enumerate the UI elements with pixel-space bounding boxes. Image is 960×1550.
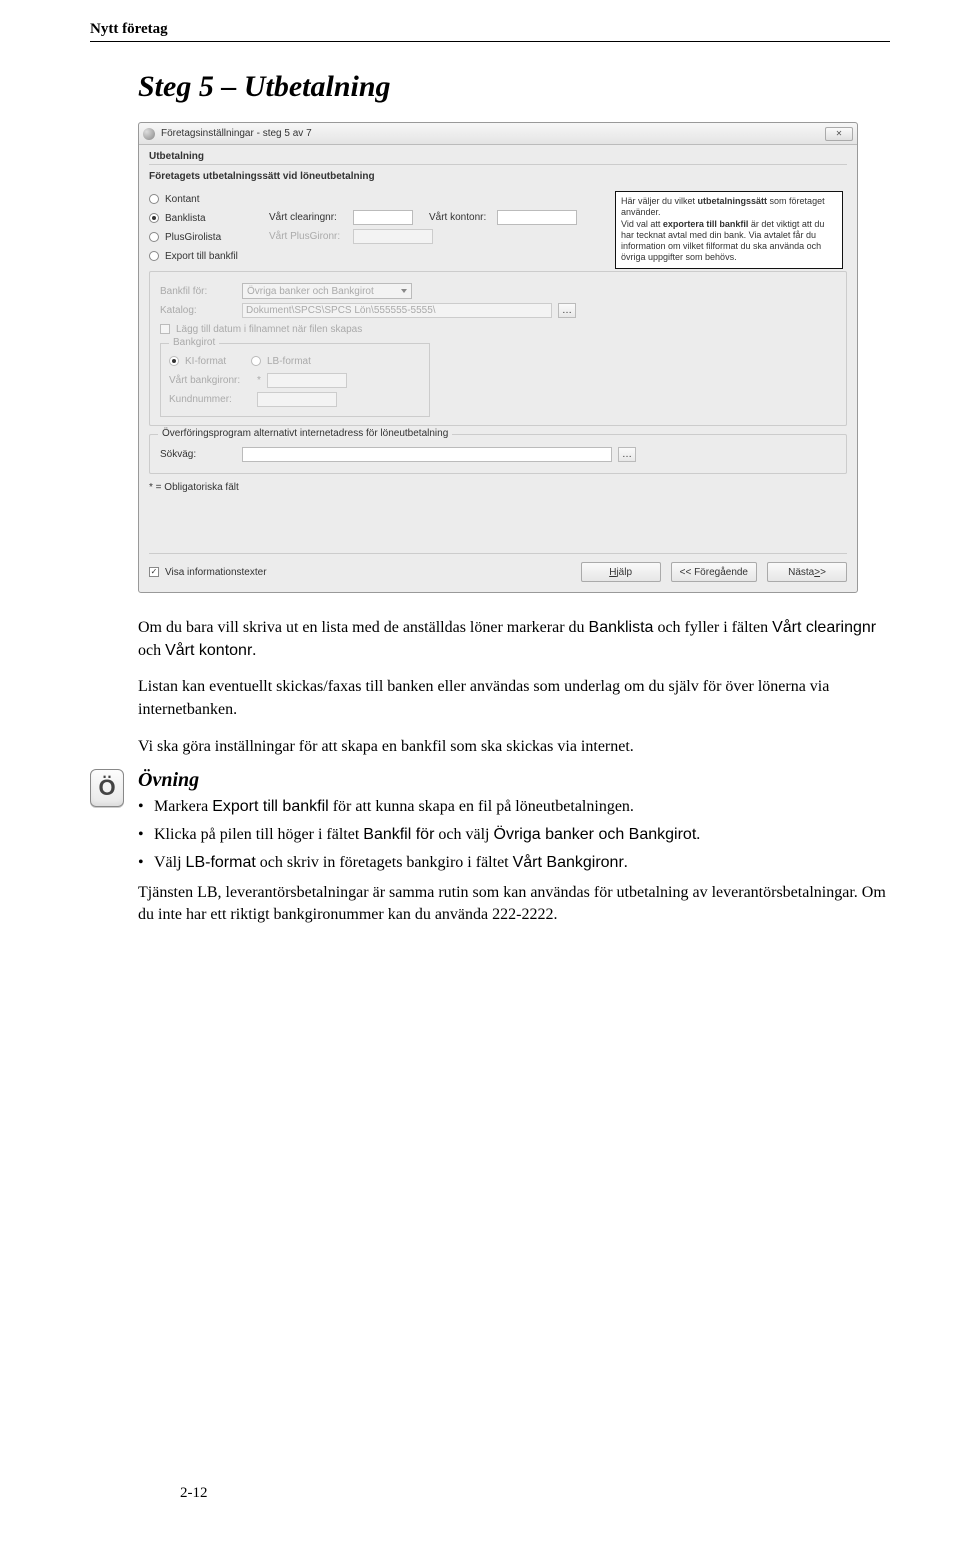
group-caption: Företagets utbetalningssätt vid löneutbe… bbox=[149, 171, 847, 182]
label-export-bankfil: Export till bankfil bbox=[165, 251, 238, 262]
radio-banklista[interactable] bbox=[149, 213, 159, 223]
label-kontonr: Vårt kontonr: bbox=[429, 212, 491, 223]
ovning-bullet-1: Markera Export till bankfil för att kunn… bbox=[138, 798, 890, 816]
radio-plusgirolista[interactable] bbox=[149, 232, 159, 242]
window-title: Företagsinställningar - steg 5 av 7 bbox=[161, 128, 825, 139]
bankgirot-legend: Bankgirot bbox=[169, 337, 219, 348]
input-vart-bankgironr bbox=[267, 373, 347, 388]
browse-katalog-button[interactable]: … bbox=[558, 303, 576, 318]
label-vart-bankgironr: Vårt bankgironr: bbox=[169, 375, 251, 386]
dropdown-bankfil-for[interactable]: Övriga banker och Bankgirot bbox=[242, 283, 412, 299]
previous-button[interactable]: << Föregående bbox=[671, 562, 757, 582]
body-p2: Listan kan eventuellt skickas/faxas till… bbox=[138, 676, 890, 721]
label-kundnummer: Kundnummer: bbox=[169, 394, 251, 405]
overforing-fieldset: Överföringsprogram alternativt interneta… bbox=[149, 434, 847, 474]
close-button[interactable]: ✕ bbox=[825, 127, 853, 141]
label-clearingnr: Vårt clearingnr: bbox=[269, 212, 347, 223]
page-number: 2-12 bbox=[180, 1485, 208, 1502]
app-icon bbox=[143, 128, 155, 140]
browse-sokvag-button[interactable]: … bbox=[618, 447, 636, 462]
ovning-bullet-2: Klicka på pilen till höger i fältet Bank… bbox=[138, 826, 890, 844]
label-kontant: Kontant bbox=[165, 194, 199, 205]
ovning-after-p: Tjänsten LB, leverantörsbetalningar är s… bbox=[138, 882, 890, 927]
label-plusgirolista: PlusGirolista bbox=[165, 232, 221, 243]
help-button[interactable]: Hjälp bbox=[581, 562, 661, 582]
label-lb-format: LB-format bbox=[267, 356, 311, 367]
body-text: Om du bara vill skriva ut en lista med d… bbox=[138, 617, 890, 759]
checkbox-lagg-till-datum bbox=[160, 324, 170, 334]
label-banklista: Banklista bbox=[165, 213, 206, 224]
page-header: Nytt företag bbox=[90, 20, 890, 42]
input-sokvag[interactable] bbox=[242, 447, 612, 462]
overforing-legend: Överföringsprogram alternativt interneta… bbox=[158, 428, 452, 439]
radio-export-bankfil[interactable] bbox=[149, 251, 159, 261]
info-box: Här väljer du vilket utbetalningssätt so… bbox=[615, 191, 843, 269]
label-visa-info: Visa informationstexter bbox=[165, 567, 267, 578]
body-p1: Om du bara vill skriva ut en lista med d… bbox=[138, 617, 890, 662]
label-sokvag: Sökväg: bbox=[160, 449, 236, 460]
input-katalog bbox=[242, 303, 552, 318]
label-katalog: Katalog: bbox=[160, 305, 236, 316]
next-button[interactable]: Nästa >> bbox=[767, 562, 847, 582]
bankfil-fieldset: Bankfil för: Övriga banker och Bankgirot… bbox=[149, 271, 847, 426]
label-ki-format: KI-format bbox=[185, 356, 245, 367]
label-lagg-till-datum: Lägg till datum i filnamnet när filen sk… bbox=[176, 324, 362, 335]
ovning-list: Markera Export till bankfil för att kunn… bbox=[138, 798, 890, 872]
body-p3: Vi ska göra inställningar för att skapa … bbox=[138, 736, 890, 759]
bankgirot-group: Bankgirot KI-format LB-format Vårt bankg… bbox=[160, 343, 430, 417]
radio-kontant[interactable] bbox=[149, 194, 159, 204]
label-plusgironr: Vårt PlusGironr: bbox=[269, 231, 347, 242]
titlebar: Företagsinställningar - steg 5 av 7 ✕ bbox=[139, 123, 857, 145]
footnote: * = Obligatoriska fält bbox=[149, 482, 847, 493]
bottom-bar: Visa informationstexter Hjälp << Föregåe… bbox=[149, 553, 847, 582]
input-kontonr[interactable] bbox=[497, 210, 577, 225]
ovning-bullet-3: Välj LB-format och skriv in företagets b… bbox=[138, 854, 890, 872]
radio-ki-format bbox=[169, 356, 179, 366]
ovning-heading: Övning bbox=[138, 769, 890, 792]
header-title: Nytt företag bbox=[90, 21, 168, 37]
ovning-badge: Ö bbox=[90, 769, 124, 807]
radio-lb-format bbox=[251, 356, 261, 366]
dialog-window: Företagsinställningar - steg 5 av 7 ✕ Ut… bbox=[138, 122, 858, 593]
window-body: Utbetalning Företagets utbetalningssätt … bbox=[139, 145, 857, 592]
input-plusgironr bbox=[353, 229, 433, 244]
panel-title: Utbetalning bbox=[149, 151, 847, 165]
checkbox-visa-info[interactable] bbox=[149, 567, 159, 577]
input-clearingnr[interactable] bbox=[353, 210, 413, 225]
ovning-block: Ö Övning Markera Export till bankfil för… bbox=[90, 769, 890, 927]
label-bankfil-for: Bankfil för: bbox=[160, 286, 236, 297]
input-kundnummer bbox=[257, 392, 337, 407]
section-title: Steg 5 – Utbetalning bbox=[138, 70, 890, 104]
